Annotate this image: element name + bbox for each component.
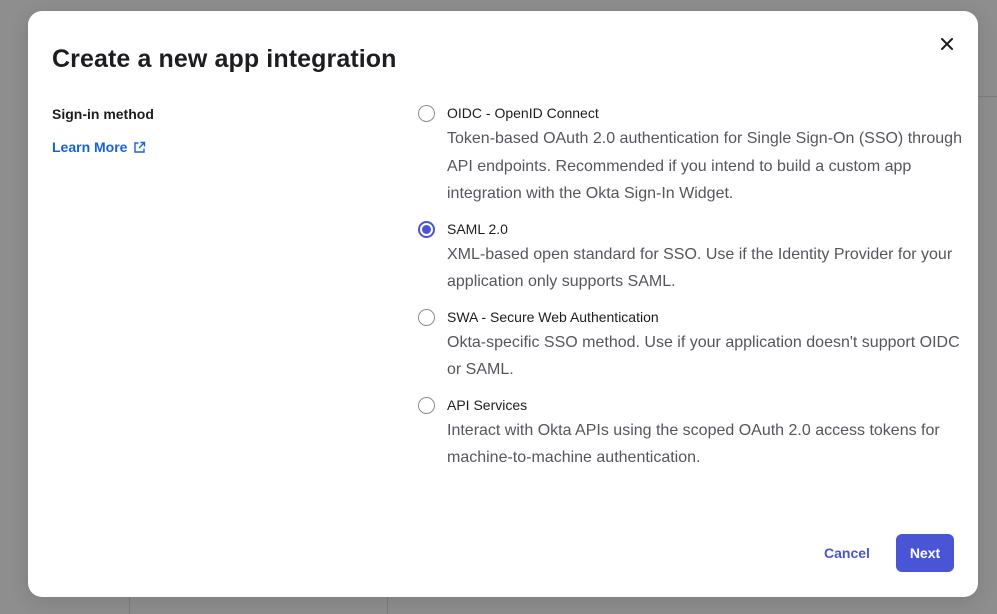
option-saml: SAML 2.0 XML-based open standard for SSO… <box>418 219 968 296</box>
next-button[interactable]: Next <box>896 534 954 572</box>
option-api-services-description: Interact with Okta APIs using the scoped… <box>447 421 940 467</box>
option-oidc-description: Token-based OAuth 2.0 authentication for… <box>447 130 962 202</box>
option-swa-label[interactable]: SWA - Secure Web Authentication <box>447 307 968 328</box>
create-app-integration-dialog: Create a new app integration Sign-in met… <box>28 11 978 597</box>
learn-more-label: Learn More <box>52 139 128 155</box>
background-divider <box>129 597 130 614</box>
option-swa-description: Okta-specific SSO method. Use if your ap… <box>447 333 960 379</box>
close-icon <box>941 38 953 50</box>
option-api-services: API Services Interact with Okta APIs usi… <box>418 395 968 472</box>
dialog-title: Create a new app integration <box>52 45 397 73</box>
option-api-services-label[interactable]: API Services <box>447 395 968 416</box>
sign-in-method-label: Sign-in method <box>52 106 154 122</box>
option-saml-description: XML-based open standard for SSO. Use if … <box>447 245 953 291</box>
radio-oidc[interactable] <box>418 105 435 122</box>
option-swa: SWA - Secure Web Authentication Okta-spe… <box>418 307 968 384</box>
option-oidc-label[interactable]: OIDC - OpenID Connect <box>447 103 968 124</box>
close-button[interactable] <box>934 31 960 57</box>
sign-in-method-options: OIDC - OpenID Connect Token-based OAuth … <box>418 103 968 472</box>
background-divider <box>978 96 997 97</box>
radio-swa[interactable] <box>418 308 435 326</box>
external-link-icon <box>134 141 146 153</box>
option-oidc: OIDC - OpenID Connect Token-based OAuth … <box>418 103 968 208</box>
radio-api-services[interactable] <box>418 396 435 414</box>
cancel-button[interactable]: Cancel <box>814 535 880 571</box>
option-saml-label[interactable]: SAML 2.0 <box>447 219 968 240</box>
background-divider <box>387 597 388 614</box>
radio-saml[interactable] <box>418 220 435 238</box>
learn-more-link[interactable]: Learn More <box>52 139 146 155</box>
